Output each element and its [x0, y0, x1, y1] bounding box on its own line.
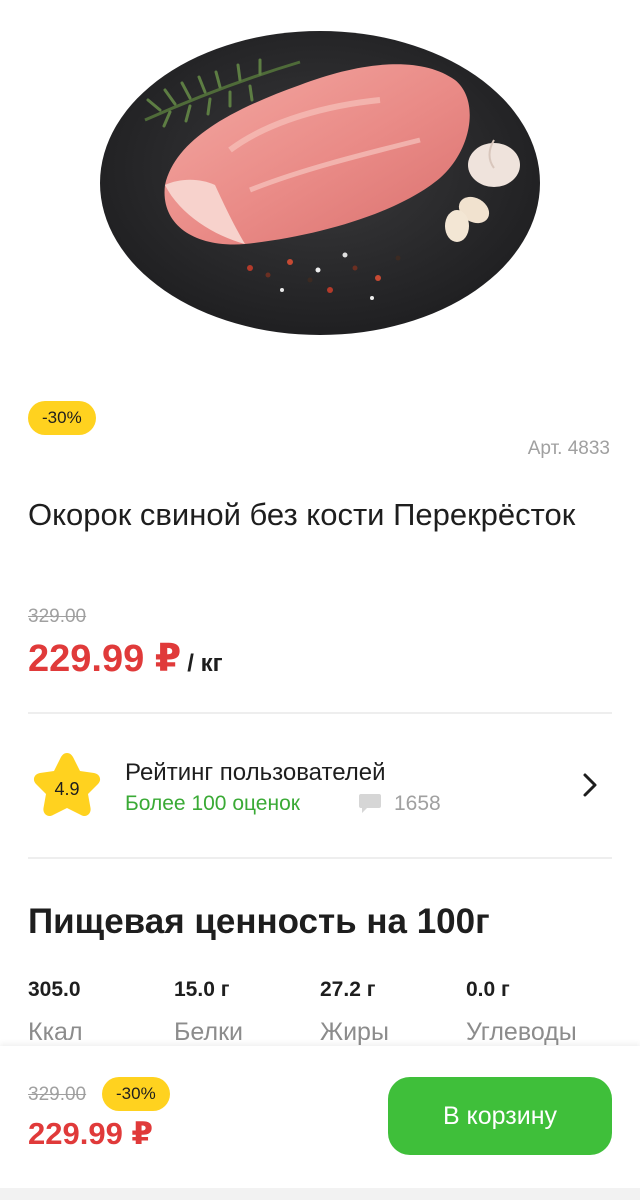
nutrition-value: 305.0	[28, 978, 81, 1001]
comments-count: 1658	[394, 792, 441, 815]
bottom-strip	[0, 1188, 640, 1200]
divider	[28, 712, 612, 714]
price-row: 229.99 ₽ / кг	[28, 636, 223, 681]
bar-old-price: 329.00	[28, 1084, 87, 1105]
product-title: Окорок свиной без кости Перекрёсток	[28, 497, 576, 532]
product-image[interactable]	[0, 0, 640, 380]
nutrition-item-fat: 27.2 г Жиры	[320, 978, 460, 1047]
nutrition-item-carbs: 0.0 г Углеводы	[466, 978, 606, 1047]
price-unit: / кг	[187, 650, 223, 677]
bar-current-price: 229.99 ₽	[28, 1116, 153, 1151]
rating-count-link[interactable]: Более 100 оценок	[125, 792, 300, 816]
nutrition-value: 0.0 г	[466, 978, 510, 1001]
nutrition-item-kcal: 305.0 Ккал	[28, 978, 168, 1047]
nutrition-label: Углеводы	[466, 1018, 577, 1046]
add-to-cart-button[interactable]: В корзину	[388, 1077, 612, 1155]
nutrition-label: Ккал	[28, 1018, 83, 1046]
product-photo	[100, 31, 540, 335]
bottom-cart-bar: 329.00 -30% 229.99 ₽ В корзину	[0, 1046, 640, 1200]
nutrition-title: Пищевая ценность на 100г	[28, 902, 490, 941]
current-price: 229.99 ₽	[28, 638, 182, 680]
nutrition-value: 15.0 г	[174, 978, 230, 1001]
user-rating-row[interactable]: 4.9 Рейтинг пользователей Более 100 оцен…	[28, 748, 612, 828]
article-number: Арт. 4833	[527, 438, 610, 459]
chevron-right-icon[interactable]	[578, 770, 602, 800]
bar-discount-badge: -30%	[102, 1077, 170, 1111]
nutrition-label: Белки	[174, 1018, 243, 1046]
divider	[28, 857, 612, 859]
rating-title: Рейтинг пользователей	[125, 759, 386, 786]
nutrition-label: Жиры	[320, 1018, 389, 1046]
nutrition-value: 27.2 г	[320, 978, 376, 1001]
comment-icon	[359, 794, 381, 813]
old-price: 329.00	[28, 606, 87, 627]
nutrition-item-protein: 15.0 г Белки	[174, 978, 314, 1047]
discount-badge: -30%	[28, 401, 96, 435]
rating-value: 4.9	[54, 778, 80, 799]
